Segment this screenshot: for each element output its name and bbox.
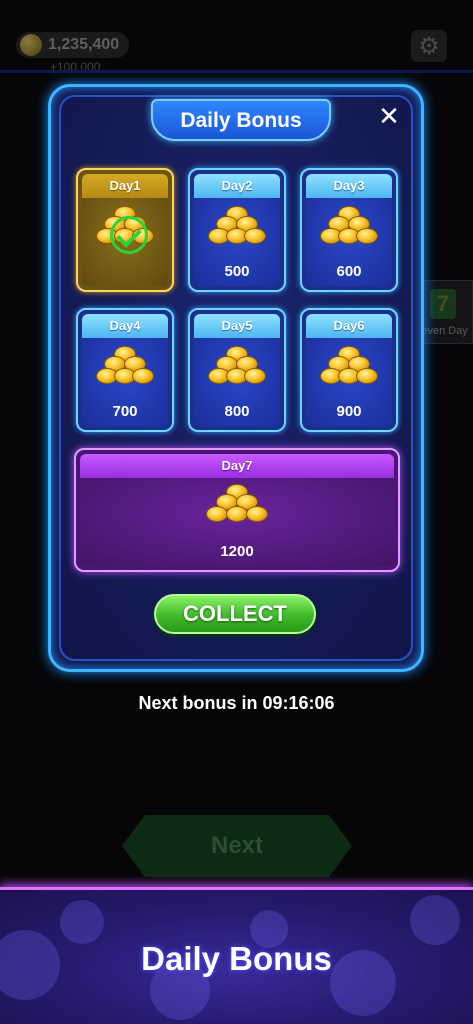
day-label: Day1: [82, 174, 168, 198]
day-card-4[interactable]: Day4 700: [76, 308, 174, 432]
day-body: 600: [306, 198, 392, 286]
top-divider: [0, 70, 473, 73]
day-reward-amount: 800: [224, 403, 250, 420]
gear-icon[interactable]: ⚙: [411, 30, 447, 62]
day-label: Day6: [306, 314, 392, 338]
collect-button[interactable]: COLLECT: [154, 594, 316, 634]
day-label: Day2: [194, 174, 280, 198]
coin-stack-icon: [206, 344, 268, 396]
day-reward-amount: 1200: [220, 543, 254, 560]
day-label: Day3: [306, 174, 392, 198]
day-label: Day4: [82, 314, 168, 338]
day-card-1[interactable]: Day1: [76, 168, 174, 292]
day-reward-amount: 500: [224, 263, 250, 280]
day-reward-amount: 900: [336, 403, 362, 420]
dialog-title-tab: Daily Bonus: [151, 99, 331, 141]
coin-stack-icon: [318, 344, 380, 396]
dialog-title: Daily Bonus: [180, 109, 302, 132]
day-card-6[interactable]: Day6 900: [300, 308, 398, 432]
coin-balance-value: 1,235,400: [48, 36, 120, 53]
day-body: 800: [194, 338, 280, 426]
promo-title: Daily Bonus: [141, 940, 332, 977]
coin-stack-icon: [94, 344, 156, 396]
day-body: 500: [194, 198, 280, 286]
coin-stack-icon: [206, 204, 268, 256]
coin-stack-icon: [200, 482, 274, 534]
day-card-7[interactable]: Day7 1200: [74, 448, 400, 572]
promo-banner: Daily Bonus: [0, 887, 473, 1024]
day-body: 900: [306, 338, 392, 426]
next-bonus-timer: Next bonus in 09:16:06: [138, 693, 335, 713]
seven-icon: 7: [430, 289, 456, 319]
day-reward-amount: 700: [112, 403, 138, 420]
next-button[interactable]: Next: [122, 815, 352, 877]
check-icon: [110, 216, 148, 254]
coin-icon: [20, 34, 42, 56]
day-label: Day5: [194, 314, 280, 338]
day-reward-amount: 600: [336, 263, 362, 280]
day-body: [82, 198, 168, 286]
day-card-5[interactable]: Day5 800: [188, 308, 286, 432]
top-bar: 1,235,400 +100,000 ⚙: [0, 26, 473, 74]
day-body: 700: [82, 338, 168, 426]
coin-stack-icon: [318, 204, 380, 256]
day-card-2[interactable]: Day2 500: [188, 168, 286, 292]
day-label: Day7: [80, 454, 394, 478]
day-body: 1200: [80, 478, 394, 566]
day-card-3[interactable]: Day3 600: [300, 168, 398, 292]
close-icon[interactable]: ✕: [375, 103, 403, 131]
coin-balance: 1,235,400: [16, 32, 130, 58]
